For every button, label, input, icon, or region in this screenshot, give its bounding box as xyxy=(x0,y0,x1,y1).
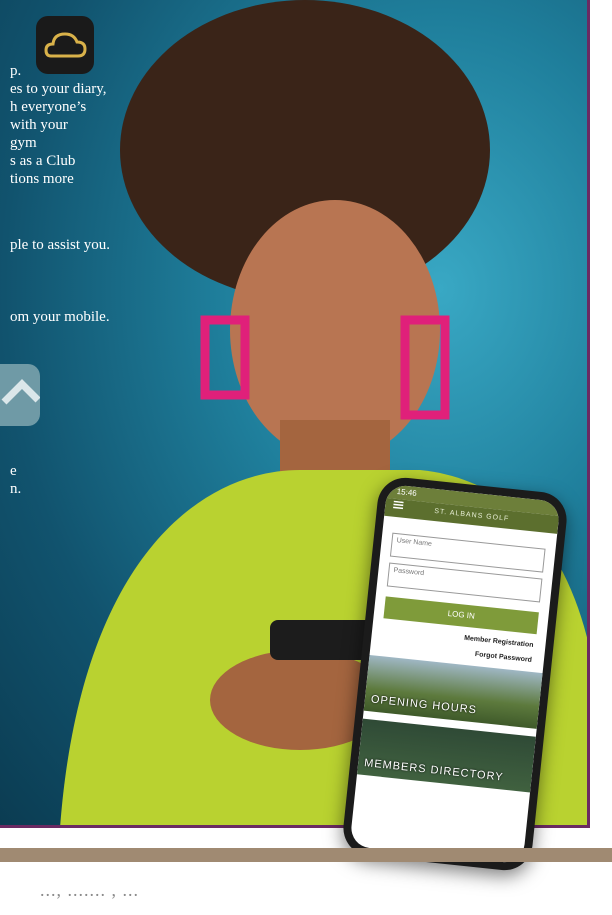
members-directory-label: MEMBERS DIRECTORY xyxy=(363,757,505,784)
overlay-line-7: tions more xyxy=(10,171,74,187)
members-directory-tile[interactable]: MEMBERS DIRECTORY xyxy=(356,718,536,793)
overlay-line-6: s as a Club xyxy=(10,153,76,169)
overlay-line-2: es to your diary, xyxy=(10,81,107,97)
footer-bar xyxy=(0,848,612,862)
overlay-line-11: n. xyxy=(10,481,22,497)
overlay-line-1: p. xyxy=(10,63,22,79)
chevron-up-icon xyxy=(0,364,41,426)
overlay-line-9: om your mobile. xyxy=(10,309,110,325)
overlay-line-4: with your xyxy=(10,117,68,133)
overlay-line-3: h everyone’s xyxy=(10,99,87,115)
opening-hours-tile[interactable]: OPENING HOURS xyxy=(363,654,543,729)
opening-hours-label: OPENING HOURS xyxy=(370,693,478,717)
cloud-icon xyxy=(36,16,94,74)
status-time: 15:46 xyxy=(396,486,418,498)
overlay-line-10: e xyxy=(10,463,17,479)
overlay-line-8: ple to assist you. xyxy=(10,237,110,253)
username-placeholder: User Name xyxy=(396,537,433,548)
overlay-line-5: gym xyxy=(10,135,37,151)
phone-screen: 15:46 ST. ALBANS GOLF User Name Password… xyxy=(349,483,561,865)
footer-text: ..., ....... , ... xyxy=(40,880,139,900)
password-placeholder: Password xyxy=(393,567,425,578)
phone-mockup: 15:46 ST. ALBANS GOLF User Name Password… xyxy=(340,475,570,873)
